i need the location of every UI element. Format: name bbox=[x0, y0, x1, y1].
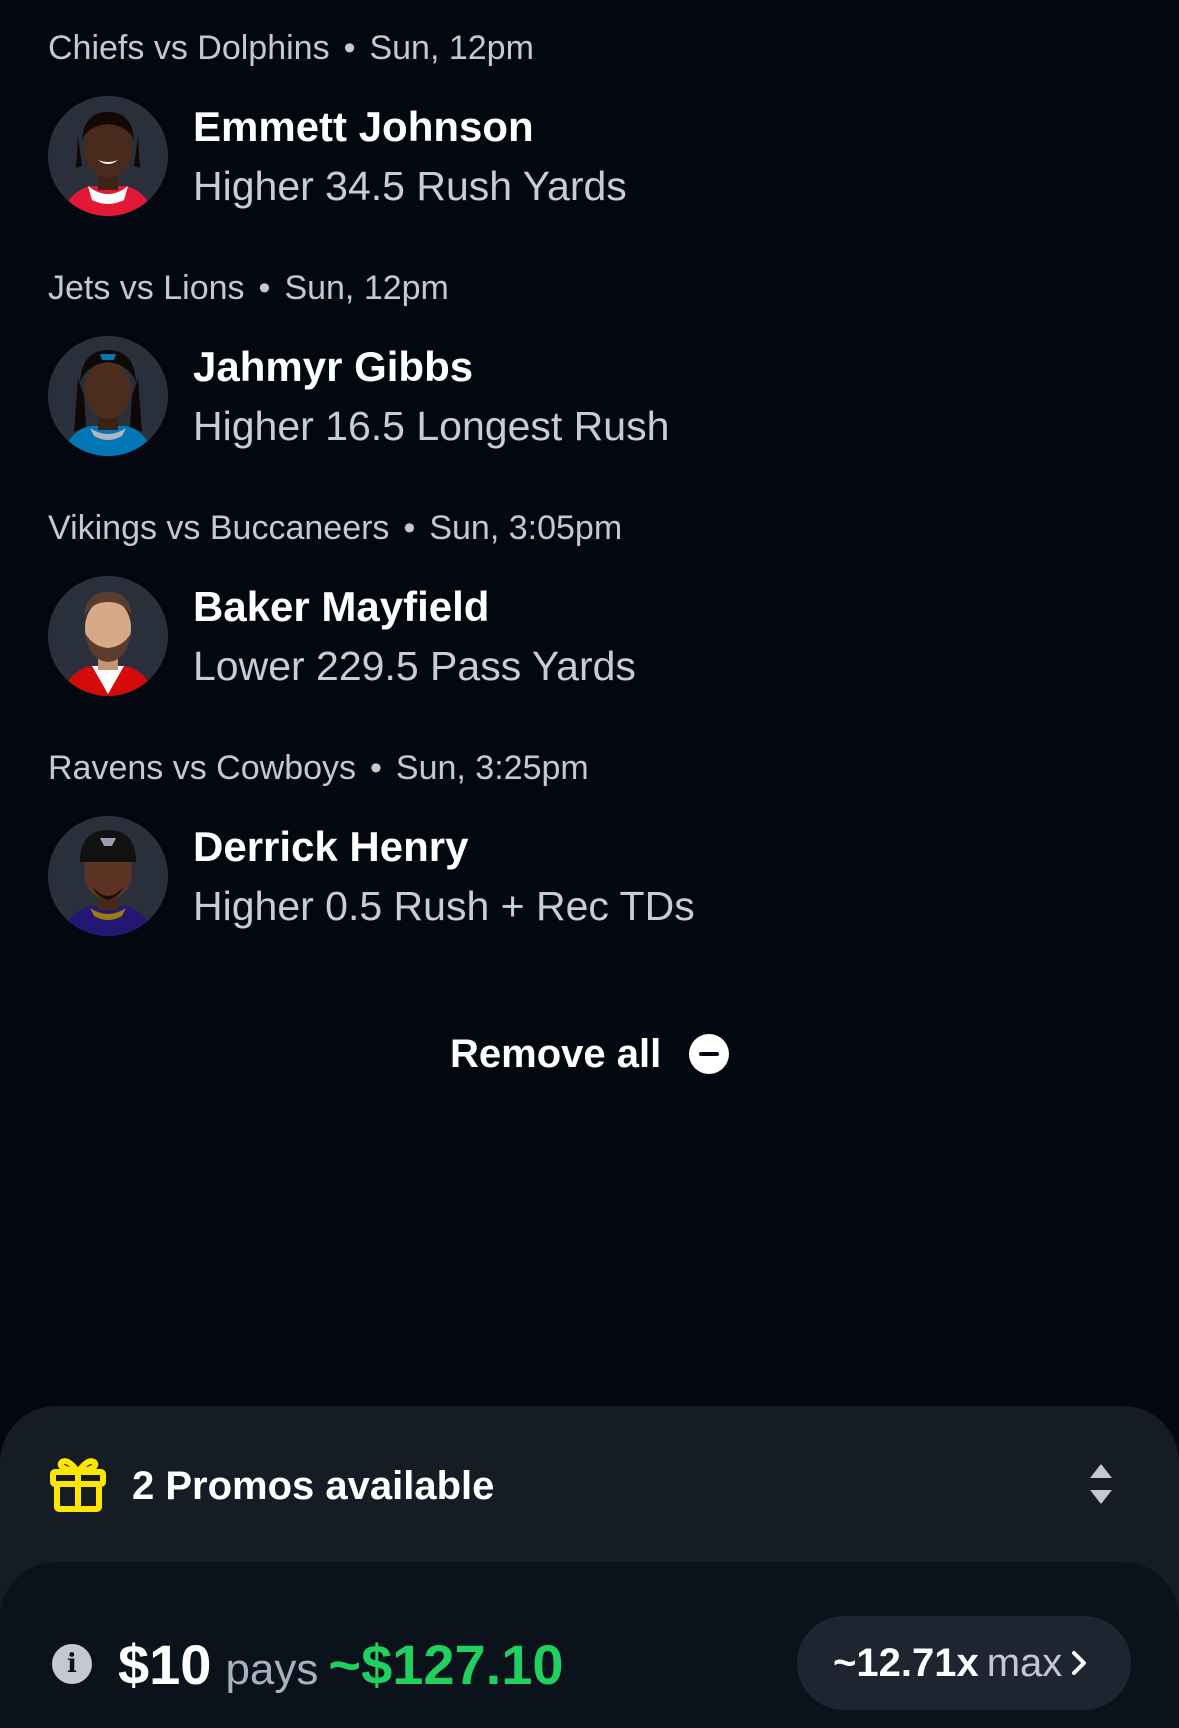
pick-card[interactable]: Vikings vs Buccaneers • Sun, 3:05pm Baker … bbox=[48, 480, 1131, 696]
player-avatar bbox=[48, 336, 168, 456]
player-avatar bbox=[48, 576, 168, 696]
separator-dot: • bbox=[258, 269, 271, 307]
game-time: Sun, 12pm bbox=[369, 29, 534, 67]
pick-line: Higher 0.5 Rush + Rec TDs bbox=[193, 883, 695, 929]
game-time: Sun, 3:25pm bbox=[395, 749, 589, 787]
player-name: Baker Mayfield bbox=[193, 583, 490, 630]
game-info: Jets vs Lions • Sun, 12pm bbox=[48, 268, 449, 308]
game-time: Sun, 3:05pm bbox=[429, 509, 623, 547]
multiplier-value: ~12.71x bbox=[833, 1641, 979, 1685]
separator-dot: • bbox=[343, 29, 356, 67]
promos-toggle[interactable]: 2 Promos available bbox=[0, 1406, 1179, 1556]
player-name: Emmett Johnson bbox=[193, 103, 534, 150]
payout-amount: ~$127.10 bbox=[328, 1633, 564, 1696]
player-name: Jahmyr Gibbs bbox=[193, 343, 474, 390]
game-time: Sun, 12pm bbox=[284, 269, 449, 307]
game-info: Ravens vs Cowboys • Sun, 3:25pm bbox=[48, 748, 589, 788]
game-info: Vikings vs Buccaneers • Sun, 3:05pm bbox=[48, 508, 622, 548]
pays-label: pays bbox=[225, 1645, 319, 1694]
pick-line: Lower 229.5 Pass Yards bbox=[193, 643, 636, 689]
game-matchup: Jets vs Lions bbox=[48, 269, 245, 307]
pick-line: Higher 16.5 Longest Rush bbox=[193, 403, 670, 449]
remove-all-label: Remove all bbox=[450, 1032, 662, 1076]
player-name: Derrick Henry bbox=[193, 823, 469, 870]
player-avatar bbox=[48, 96, 168, 216]
stake-amount[interactable]: $10 bbox=[118, 1633, 211, 1696]
game-matchup: Ravens vs Cowboys bbox=[48, 749, 357, 787]
bottom-panel: 2 Promos available i $10 pays ~$127.10 ~12… bbox=[0, 1406, 1179, 1728]
pick-card[interactable]: Ravens vs Cowboys • Sun, 3:25pm Derrick He… bbox=[48, 720, 1131, 936]
multiplier-button[interactable]: ~12.71x max bbox=[797, 1616, 1131, 1710]
pick-card[interactable]: Chiefs vs Dolphins • Sun, 12pm Emmett John… bbox=[48, 0, 1131, 216]
pick-card[interactable]: Jets vs Lions • Sun, 12pm Jahmyr Gibbs Hig… bbox=[48, 240, 1131, 456]
separator-dot: • bbox=[403, 509, 416, 547]
game-matchup: Chiefs vs Dolphins bbox=[48, 29, 330, 67]
payout-summary: $10 pays ~$127.10 bbox=[118, 1630, 564, 1700]
payout-bar: i $10 pays ~$127.10 ~12.71x max bbox=[0, 1562, 1179, 1728]
multiplier-suffix: max bbox=[986, 1641, 1063, 1685]
game-info: Chiefs vs Dolphins • Sun, 12pm bbox=[48, 28, 534, 68]
minus-circle-icon bbox=[689, 1034, 730, 1074]
multiplier-text: ~12.71x max bbox=[833, 1640, 1062, 1686]
player-avatar bbox=[48, 816, 168, 936]
pick-line: Higher 34.5 Rush Yards bbox=[193, 163, 627, 209]
game-matchup: Vikings vs Buccaneers bbox=[48, 509, 390, 547]
sort-icon bbox=[1090, 1464, 1112, 1504]
gift-icon bbox=[50, 1458, 106, 1512]
promos-label: 2 Promos available bbox=[132, 1464, 495, 1508]
separator-dot: • bbox=[370, 749, 382, 787]
remove-all-button[interactable]: Remove all bbox=[450, 1026, 730, 1082]
chevron-right-icon bbox=[1072, 1651, 1086, 1675]
info-icon[interactable]: i bbox=[52, 1644, 92, 1684]
